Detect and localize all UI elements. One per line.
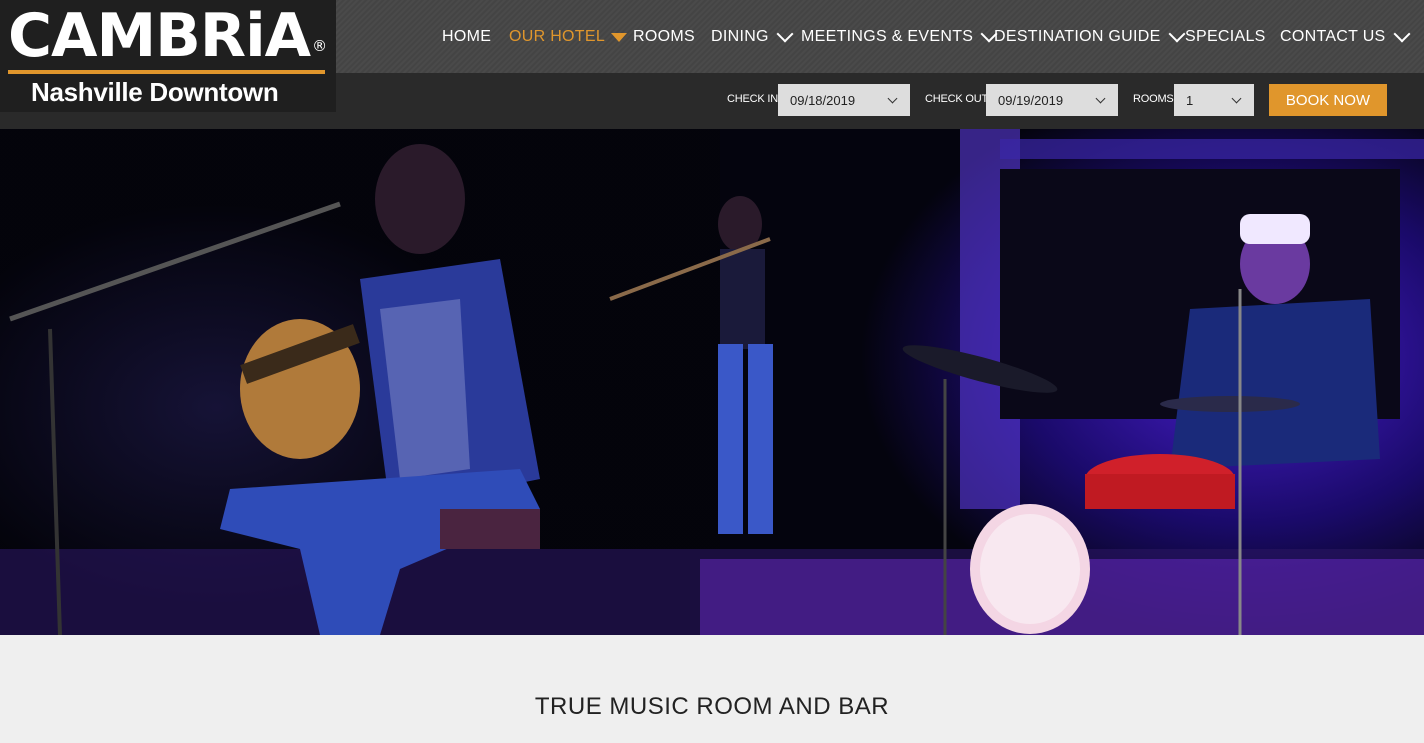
check-out-select[interactable]: 09/19/2019 xyxy=(986,84,1118,116)
section-title: TRUE MUSIC ROOM AND BAR xyxy=(534,693,890,720)
chevron-down-icon xyxy=(1168,25,1186,43)
brand-wordmark: CAMBRiA xyxy=(8,1,311,71)
nav-label: HOME xyxy=(442,28,492,45)
site-header: CAMBRiA ® Nashville Downtown HOME OUR HOT… xyxy=(0,0,1424,129)
nav-label: MEETINGS & EVENTS xyxy=(801,28,974,45)
chevron-down-icon xyxy=(1095,93,1106,104)
nav-item-specials[interactable]: SPECIALS xyxy=(1185,25,1266,49)
nav-item-dining[interactable]: DINING xyxy=(711,25,794,49)
chevron-down-icon xyxy=(887,93,898,104)
chevron-down-icon xyxy=(1393,25,1411,43)
triangle-down-icon xyxy=(611,32,628,42)
hero-image xyxy=(0,129,1424,635)
logo-underline xyxy=(8,70,325,74)
live-music-band-photo xyxy=(0,129,1424,635)
check-out-value: 09/19/2019 xyxy=(998,92,1064,108)
nav-label: ROOMS xyxy=(633,28,695,45)
nav-item-rooms[interactable]: ROOMS xyxy=(633,25,695,49)
nav-label: DINING xyxy=(711,28,769,45)
nav-label: CONTACT US xyxy=(1280,28,1386,45)
check-in-select[interactable]: 09/18/2019 xyxy=(778,84,910,116)
brand-name: CAMBRiA ® xyxy=(8,0,327,72)
brand-location: Nashville Downtown xyxy=(31,77,279,107)
registered-mark: ® xyxy=(312,37,327,55)
nav-item-contact-us[interactable]: CONTACT US xyxy=(1280,25,1411,49)
brand-logo[interactable]: CAMBRiA ® Nashville Downtown xyxy=(0,0,336,112)
check-out-label: CHECK OUT xyxy=(925,93,988,105)
rooms-label: ROOMS xyxy=(1133,93,1174,105)
nav-label: OUR HOTEL xyxy=(509,28,606,45)
nav-item-our-hotel[interactable]: OUR HOTEL xyxy=(509,25,628,49)
check-in-value: 09/18/2019 xyxy=(790,92,856,108)
chevron-down-icon xyxy=(1231,93,1242,104)
check-in-label: CHECK IN xyxy=(727,93,778,105)
nav-item-meetings-events[interactable]: MEETINGS & EVENTS xyxy=(801,25,998,49)
nav-label: SPECIALS xyxy=(1185,28,1266,45)
rooms-select[interactable]: 1 xyxy=(1174,84,1254,116)
book-now-button[interactable]: BOOK NOW xyxy=(1269,84,1387,116)
nav-item-destination-guide[interactable]: DESTINATION GUIDE xyxy=(994,25,1186,49)
rooms-value: 1 xyxy=(1186,92,1194,108)
nav-item-home[interactable]: HOME xyxy=(442,25,491,49)
chevron-down-icon xyxy=(776,25,794,43)
nav-label: DESTINATION GUIDE xyxy=(994,28,1161,45)
